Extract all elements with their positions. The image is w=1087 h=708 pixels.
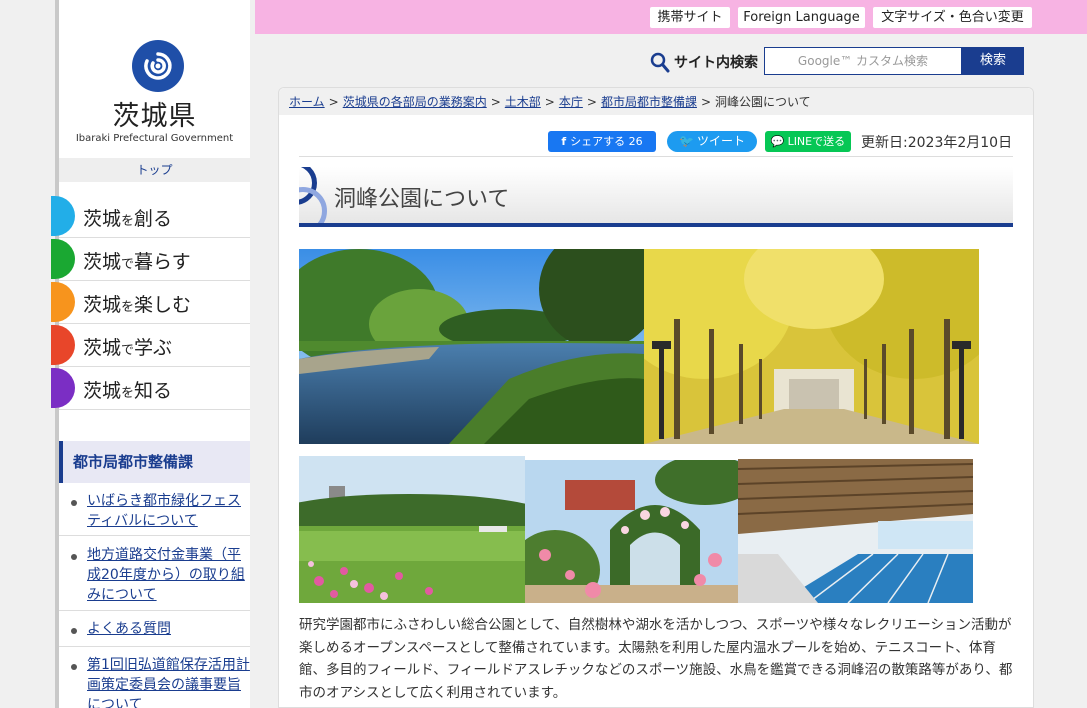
photo-pond [299, 249, 644, 444]
nav-item-label: 茨城で学ぶ [83, 337, 173, 359]
nav-item-label: 茨城を楽しむ [83, 294, 192, 316]
sidebar: 茨城県 Ibaraki Prefectural Government トップ 茨… [51, 0, 250, 708]
main-content: ホーム > 茨城県の各部局の業務案内 > 土木部 > 本庁 > 都市局都市整備課 > 洞峰公園につい… [278, 87, 1034, 708]
page-title: 洞峰公園について [334, 187, 510, 212]
nav-item-shiru[interactable]: 茨城を知る [51, 367, 250, 410]
search-icon [650, 52, 670, 74]
sidebar-link-greenery-festival[interactable]: いばらき都市緑化フェスティバルについて [59, 489, 250, 536]
facebook-share-button[interactable]: f シェアする 26 [548, 131, 656, 152]
page-title-box: 洞峰公園について [299, 167, 1013, 227]
nav-item-tanoshimu[interactable]: 茨城を楽しむ [51, 281, 250, 324]
breadcrumb-departments[interactable]: 茨城県の各部局の業務案内 [343, 95, 487, 109]
facebook-icon: f [561, 135, 567, 148]
nav-color-dot [51, 325, 75, 365]
link-text[interactable]: 第1回旧弘道館保存活用計画策定委員会の議事要旨について [87, 655, 252, 708]
bullet-icon [71, 664, 77, 670]
line-icon: 💬 [770, 135, 785, 148]
top-utility-bar: 携帯サイト Foreign Language 文字サイズ・色合い変更 [255, 0, 1087, 34]
breadcrumb: ホーム > 茨城県の各部局の業務案内 > 土木部 > 本庁 > 都市局都市整備課 > 洞峰公園につい… [289, 95, 811, 109]
link-text[interactable]: 地方道路交付金事業（平成20年度から）の取り組みについて [87, 545, 252, 605]
section-heading[interactable]: 都市局都市整備課 [59, 441, 250, 483]
nav-item-label: 茨城を知る [83, 380, 173, 402]
photo-ginkgo-avenue [644, 249, 979, 444]
nav-item-tsukuru[interactable]: 茨城を創る [51, 195, 250, 238]
logo-subtitle: Ibaraki Prefectural Government [75, 133, 234, 144]
top-link[interactable]: トップ [59, 158, 250, 182]
photo-field [299, 456, 525, 603]
nav-item-label: 茨城で暮らす [83, 251, 191, 273]
nav-item-label: 茨城を創る [83, 208, 173, 230]
nav-item-kurasu[interactable]: 茨城で暮らす [51, 238, 250, 281]
logo-title[interactable]: 茨城県 [59, 94, 250, 133]
sidebar-link-road-grant[interactable]: 地方道路交付金事業（平成20年度から）の取り組みについて [59, 543, 250, 611]
bullet-icon [71, 500, 77, 506]
nav-color-dot [51, 282, 75, 322]
breadcrumb-honcho[interactable]: 本庁 [559, 95, 583, 109]
search-button[interactable]: 検索 [962, 47, 1024, 75]
twitter-bird-icon: 🐦 [679, 134, 694, 148]
nav-color-dot [51, 196, 75, 236]
search-label: サイト内検索 [674, 55, 758, 71]
breadcrumb-home[interactable]: ホーム [289, 95, 325, 109]
link-text[interactable]: いばらき都市緑化フェスティバルについて [87, 491, 252, 531]
body-text: 研究学園都市にふさわしい総合公園として、自然樹林や湖水を活かしつつ、スポーツや様… [299, 617, 1013, 701]
bullet-icon [71, 554, 77, 560]
title-decoration-icon [299, 187, 327, 223]
bullet-icon [71, 628, 77, 634]
nav-color-dot [51, 368, 75, 408]
photo-indoor-pool [738, 459, 973, 603]
sidebar-link-kodokan[interactable]: 第1回旧弘道館保存活用計画策定委員会の議事要旨について [59, 653, 250, 708]
foreign-language-link[interactable]: Foreign Language [738, 7, 865, 28]
breadcrumb-bar: ホーム > 茨城県の各部局の業務案内 > 土木部 > 本庁 > 都市局都市整備課 > 洞峰公園につい… [279, 88, 1033, 115]
nav-color-dot [51, 239, 75, 279]
text-size-color-link[interactable]: 文字サイズ・色合い変更 [873, 7, 1032, 28]
mobile-site-link[interactable]: 携帯サイト [650, 7, 730, 28]
twitter-tweet-button[interactable]: 🐦 ツイート [667, 131, 757, 152]
nav-item-manabu[interactable]: 茨城で学ぶ [51, 324, 250, 367]
ibaraki-logo-icon[interactable] [132, 40, 184, 92]
breadcrumb-current: 洞峰公園について [715, 95, 811, 109]
breadcrumb-doboku[interactable]: 土木部 [505, 95, 541, 109]
line-send-button[interactable]: 💬 LINEで送る [765, 131, 851, 152]
photo-rose-garden [525, 460, 738, 603]
divider [299, 156, 1013, 157]
updated-date: 更新日:2023年2月10日 [861, 135, 1013, 151]
search-input[interactable]: Google™ カスタム検索 [764, 47, 962, 75]
link-text[interactable]: よくある質問 [87, 619, 252, 639]
sidebar-link-faq[interactable]: よくある質問 [59, 617, 250, 647]
breadcrumb-division[interactable]: 都市局都市整備課 [601, 95, 697, 109]
